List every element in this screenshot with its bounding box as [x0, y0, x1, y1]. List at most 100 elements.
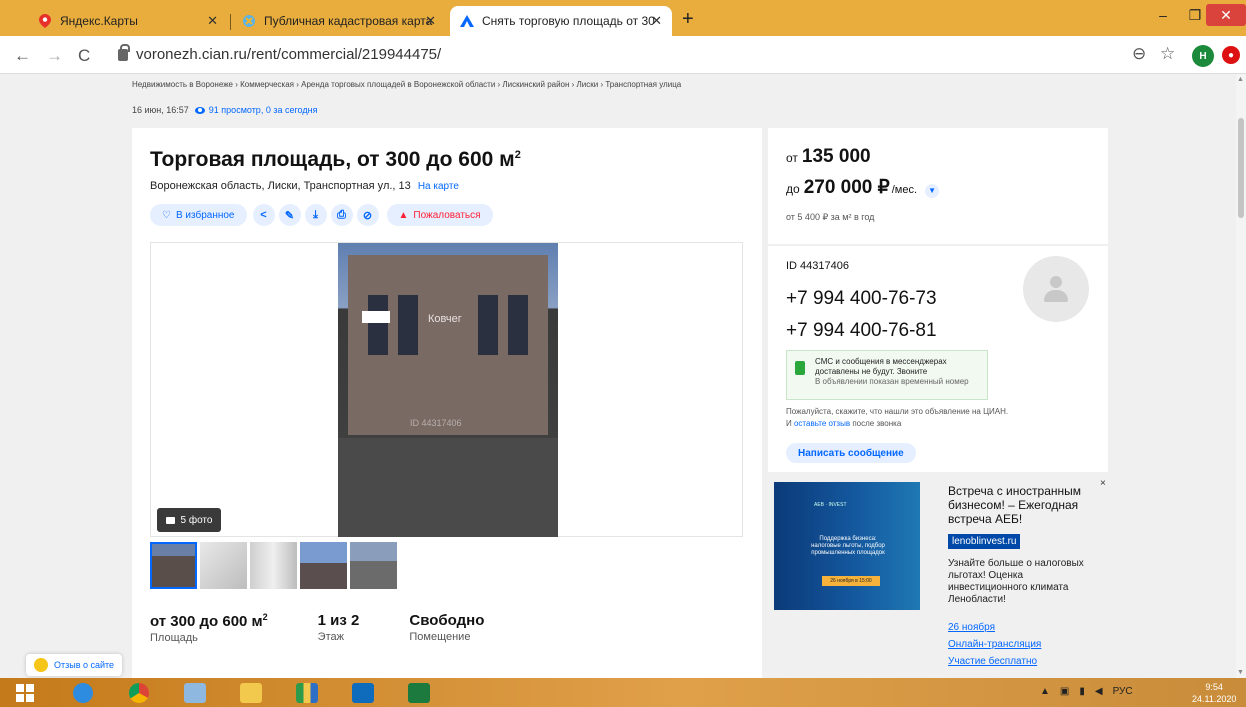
ad-link-date[interactable]: 26 ноября: [948, 622, 995, 633]
zoom-icon[interactable]: ⊖: [1132, 44, 1146, 64]
site-feedback-button[interactable]: Отзыв о сайте: [26, 654, 122, 676]
volume-icon[interactable]: ◀: [1095, 686, 1103, 697]
views-counter[interactable]: 91 просмотр, 0 за сегодня: [194, 105, 317, 115]
stat-area: от 300 до 600 м2 Площадь: [150, 612, 268, 644]
scroll-up-icon[interactable]: ▲: [1237, 76, 1244, 83]
thumbnail-4[interactable]: [300, 542, 347, 589]
profile-avatar[interactable]: Н: [1192, 45, 1214, 67]
listing-stats: от 300 до 600 м2 Площадь 1 из 2 Этаж Сво…: [150, 612, 534, 644]
ad-domain[interactable]: lenoblinvest.ru: [948, 534, 1021, 549]
tab-title: Снять торговую площадь от 30: [482, 14, 655, 28]
windows-logo-icon: [16, 683, 34, 702]
heart-icon: ♡: [162, 209, 171, 221]
edit-icon[interactable]: ✎: [278, 204, 301, 226]
ad-image[interactable]: AEB · INVEST Поддержка бизнеса: налоговы…: [774, 482, 920, 610]
chrome-taskbar-icon[interactable]: [118, 680, 160, 705]
share-icon[interactable]: <: [252, 204, 275, 226]
favorite-label: В избранное: [175, 209, 235, 221]
page-scrollbar[interactable]: ▲ ▼: [1236, 74, 1246, 678]
download-icon[interactable]: ⤓: [304, 204, 327, 226]
contact-card: ID 44317406 +7 994 400-76-73 +7 994 400-…: [768, 246, 1108, 472]
scroll-down-icon[interactable]: ▼: [1237, 669, 1244, 676]
tab-title: Публичная кадастровая карта: [264, 14, 433, 28]
phone-icon: [795, 361, 805, 375]
road-image: [338, 438, 558, 537]
listing-card: Торговая площадь, от 300 до 600 м2 Ворон…: [132, 128, 762, 678]
clock[interactable]: 9:54 24.11.2020: [1192, 681, 1236, 705]
listing-id: ID 44317406: [786, 260, 849, 272]
price-card: от 135 000 до 270 000 ₽ /мес. ▼ от 5 400…: [768, 128, 1108, 244]
extension-icon[interactable]: ●: [1222, 46, 1240, 64]
tray-app-icon[interactable]: ▣: [1060, 686, 1069, 697]
window-close-button[interactable]: ✕: [1206, 4, 1246, 26]
forward-button[interactable]: →: [46, 46, 63, 66]
cian-logo-icon: [460, 14, 474, 28]
cadastral-icon: [242, 14, 256, 28]
minimize-button[interactable]: –: [1146, 4, 1180, 26]
close-tab-icon[interactable]: ✕: [651, 13, 662, 29]
price-per-m2: от 5 400 ₽ за м² в год: [786, 212, 875, 222]
agent-avatar: [1023, 256, 1089, 322]
tab-cadastral-map[interactable]: Публичная кадастровая карта ✕: [232, 6, 446, 36]
chevron-down-icon[interactable]: ▼: [925, 183, 940, 198]
ad-link-stream[interactable]: Онлайн-трансляция: [948, 639, 1041, 650]
address-bar: ← → C voronezh.cian.ru/rent/commercial/2…: [0, 36, 1246, 74]
photo-count-badge[interactable]: 5 фото: [157, 508, 221, 532]
complain-button[interactable]: ▲ Пожаловаться: [386, 204, 493, 226]
browser-tab-bar: Яндекс.Карты ✕ Публичная кадастровая кар…: [0, 0, 1246, 36]
scrollbar-thumb[interactable]: [1238, 118, 1244, 218]
reload-button[interactable]: C: [78, 46, 90, 66]
breadcrumb[interactable]: Недвижимость в Воронеже › Коммерческая ›…: [132, 80, 681, 89]
start-button[interactable]: [4, 680, 46, 705]
leave-review-link[interactable]: оставьте отзыв: [794, 419, 850, 428]
phone-number-1[interactable]: +7 994 400-76-73: [786, 288, 937, 310]
excel-taskbar-icon[interactable]: [398, 680, 440, 705]
hide-icon[interactable]: ⊘: [356, 204, 379, 226]
favorite-button[interactable]: ♡ В избранное: [150, 204, 247, 226]
print-icon[interactable]: ⎙: [330, 204, 353, 226]
tray-expand-icon[interactable]: ▲: [1040, 686, 1050, 697]
tab-cian-active[interactable]: Снять торговую площадь от 30 ✕: [450, 6, 672, 36]
building-image: Ковчег: [348, 255, 548, 435]
sms-warning: СМС и сообщения в мессенджерах доставлен…: [786, 350, 988, 400]
main-photo[interactable]: Ковчег ID 44317406: [338, 243, 558, 537]
bookmark-star-icon[interactable]: ☆: [1160, 44, 1175, 64]
stat-floor: 1 из 2 Этаж: [317, 612, 360, 643]
close-tab-icon[interactable]: ✕: [207, 13, 218, 29]
thumbnail-3[interactable]: [250, 542, 297, 589]
chart-app-taskbar-icon[interactable]: [286, 680, 328, 705]
close-tab-icon[interactable]: ✕: [425, 13, 436, 29]
ie-taskbar-icon[interactable]: [62, 680, 104, 705]
page-content: Недвижимость в Воронеже › Коммерческая ›…: [0, 74, 1236, 678]
feedback-note: Пожалуйста, скажите, что нашли это объяв…: [786, 407, 1009, 428]
paint-taskbar-icon[interactable]: [174, 680, 216, 705]
new-tab-button[interactable]: +: [682, 8, 694, 31]
ad-image-logo: AEB · INVEST: [814, 502, 847, 508]
back-button[interactable]: ←: [14, 46, 31, 66]
explorer-taskbar-icon[interactable]: [230, 680, 272, 705]
language-indicator[interactable]: РУС: [1113, 686, 1133, 697]
outlook-taskbar-icon[interactable]: [342, 680, 384, 705]
phone-number-2[interactable]: +7 994 400-76-81: [786, 320, 937, 342]
write-message-button[interactable]: Написать сообщение: [786, 443, 916, 463]
ad-banner[interactable]: AEB · INVEST Поддержка бизнеса: налоговы…: [774, 478, 1114, 678]
thumbnail-1[interactable]: [150, 542, 197, 589]
camera-icon: [165, 516, 175, 524]
ad-link-free[interactable]: Участие бесплатно: [948, 656, 1037, 667]
photo-sign: Ковчег: [428, 313, 462, 325]
ad-image-date: 26 ноября в 15:00: [822, 576, 880, 586]
ad-title[interactable]: Встреча с иностранным бизнесом! – Ежегод…: [948, 484, 1098, 526]
map-link[interactable]: На карте: [418, 181, 459, 192]
url-field[interactable]: voronezh.cian.ru/rent/commercial/2199444…: [118, 43, 441, 63]
photo-gallery[interactable]: Ковчег ID 44317406 5 фото: [150, 242, 743, 537]
tab-yandex-maps[interactable]: Яндекс.Карты ✕: [28, 6, 228, 36]
thumbnail-5[interactable]: [350, 542, 397, 589]
photo-watermark: ID 44317406: [410, 418, 462, 428]
close-ad-icon[interactable]: ×: [1100, 478, 1106, 489]
publish-date: 16 июн, 16:57: [132, 105, 189, 115]
action-toolbar: ♡ В избранное < ✎ ⤓ ⎙ ⊘ ▲ Пожаловаться: [150, 204, 499, 226]
tab-divider: [230, 14, 231, 30]
network-icon[interactable]: ▮: [1079, 686, 1085, 697]
photo-thumbnails: [150, 542, 400, 589]
thumbnail-2[interactable]: [200, 542, 247, 589]
